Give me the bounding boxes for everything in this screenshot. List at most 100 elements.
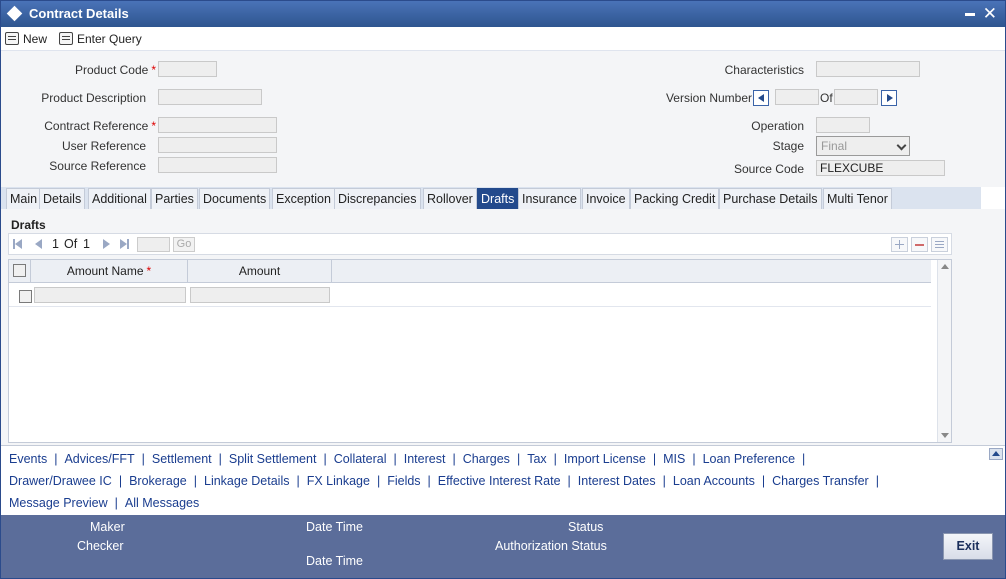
tab-additional[interactable]: Additional xyxy=(88,188,151,209)
delete-row-button[interactable] xyxy=(911,237,928,252)
close-icon[interactable]: ✕ xyxy=(983,1,997,27)
first-page-icon[interactable] xyxy=(15,239,22,249)
add-row-button[interactable] xyxy=(891,237,908,252)
last-page-icon[interactable] xyxy=(120,239,127,249)
link-links_row2-0[interactable]: Drawer/Drawee IC xyxy=(9,474,112,488)
table-row xyxy=(9,284,931,307)
version-of-label: Of xyxy=(820,91,833,105)
tab-discrepancies[interactable]: Discrepancies xyxy=(334,188,421,209)
new-button[interactable]: New xyxy=(5,30,47,48)
link-separator: | xyxy=(376,474,381,488)
version-number-label: Version Number xyxy=(665,91,752,105)
pager-of-label: Of xyxy=(64,237,78,251)
link-links_row2-8[interactable]: Charges Transfer xyxy=(772,474,869,488)
product-description-label: Product Description xyxy=(41,91,146,105)
tab-insurance[interactable]: Insurance xyxy=(518,188,581,209)
enter-query-icon xyxy=(59,32,73,45)
link-links_row2-1[interactable]: Brokerage xyxy=(129,474,187,488)
version-next-button[interactable] xyxy=(881,90,897,106)
link-links_row1-9[interactable]: MIS xyxy=(663,452,685,466)
tab-multi-tenor[interactable]: Multi Tenor xyxy=(823,188,892,209)
checker-date-time-label: Date Time xyxy=(306,554,363,568)
version-total-input[interactable] xyxy=(834,89,878,105)
tab-details[interactable]: Details xyxy=(39,188,86,209)
stage-select[interactable]: Final xyxy=(816,136,910,156)
link-separator: | xyxy=(54,452,58,466)
link-separator: | xyxy=(393,452,397,466)
tab-purchase-details[interactable]: Purchase Details xyxy=(719,188,822,209)
select-all-checkbox[interactable] xyxy=(13,264,26,277)
contract-reference-input[interactable] xyxy=(158,117,277,133)
tab-documents[interactable]: Documents xyxy=(199,188,271,209)
version-number-input[interactable] xyxy=(775,89,819,105)
links-scroll-up-icon[interactable] xyxy=(989,448,1003,460)
user-reference-input[interactable] xyxy=(158,137,277,153)
stage-label: Stage xyxy=(772,139,804,153)
link-links_row2-4[interactable]: Fields xyxy=(387,474,420,488)
link-links_row3-0[interactable]: Message Preview xyxy=(9,496,108,510)
tab-rollover[interactable]: Rollover xyxy=(423,188,477,209)
version-prev-button[interactable] xyxy=(753,90,769,106)
link-links_row1-10[interactable]: Loan Preference xyxy=(703,452,795,466)
next-page-icon[interactable] xyxy=(103,239,110,249)
link-links_row1-1[interactable]: Advices/FFT xyxy=(64,452,134,466)
drafts-pager: 1 Of 1 Go xyxy=(8,233,952,255)
links-row-1: Events | Advices/FFT | Settlement | Split Sett… xyxy=(9,452,812,466)
enter-query-label: Enter Query xyxy=(77,32,142,46)
col-amount: Amount xyxy=(188,260,332,283)
grid-vertical-scrollbar[interactable] xyxy=(937,260,951,442)
tab-exception[interactable]: Exception xyxy=(272,188,335,209)
source-reference-input[interactable] xyxy=(158,157,277,173)
tab-drafts[interactable]: Drafts xyxy=(477,188,519,209)
link-links_row2-3[interactable]: FX Linkage xyxy=(307,474,370,488)
link-links_row2-2[interactable]: Linkage Details xyxy=(204,474,289,488)
link-links_row1-6[interactable]: Charges xyxy=(463,452,510,466)
drafts-section-title: Drafts xyxy=(11,218,46,232)
product-code-input[interactable] xyxy=(158,61,217,77)
pager-total: 1 xyxy=(83,237,90,251)
amount-input[interactable] xyxy=(190,287,330,303)
tab-main[interactable]: Main xyxy=(6,188,42,209)
tab-invoice[interactable]: Invoice xyxy=(582,188,630,209)
product-description-input[interactable] xyxy=(158,89,262,105)
source-code-input[interactable]: FLEXCUBE xyxy=(816,160,945,176)
row-checkbox[interactable] xyxy=(19,290,32,303)
list-icon-2 xyxy=(935,244,944,245)
link-links_row1-0[interactable]: Events xyxy=(9,452,47,466)
link-separator: | xyxy=(296,474,300,488)
link-links_row1-2[interactable]: Settlement xyxy=(152,452,212,466)
link-links_row1-8[interactable]: Import License xyxy=(564,452,646,466)
link-separator: | xyxy=(692,452,696,466)
link-links_row1-4[interactable]: Collateral xyxy=(334,452,387,466)
scroll-up-icon[interactable] xyxy=(941,264,949,269)
tab-parties[interactable]: Parties xyxy=(151,188,198,209)
amount-name-input[interactable] xyxy=(34,287,186,303)
prev-page-icon[interactable] xyxy=(35,239,42,249)
single-view-button[interactable] xyxy=(931,237,948,252)
link-links_row3-1[interactable]: All Messages xyxy=(125,496,199,510)
link-links_row2-7[interactable]: Loan Accounts xyxy=(673,474,755,488)
characteristics-input[interactable] xyxy=(816,61,920,77)
contract-reference-label: Contract Reference * xyxy=(44,119,156,133)
minimize-icon[interactable] xyxy=(965,13,975,16)
operation-input[interactable] xyxy=(816,117,870,133)
link-separator: | xyxy=(553,452,557,466)
scroll-down-icon[interactable] xyxy=(941,433,949,438)
tab-packing-credit[interactable]: Packing Credit xyxy=(630,188,720,209)
operation-label: Operation xyxy=(751,119,804,133)
exit-button[interactable]: Exit xyxy=(943,533,993,560)
last-page-icon-bar xyxy=(127,239,129,249)
plus-icon-v xyxy=(899,240,900,249)
link-links_row2-6[interactable]: Interest Dates xyxy=(578,474,656,488)
link-links_row2-5[interactable]: Effective Interest Rate xyxy=(438,474,561,488)
goto-page-input[interactable] xyxy=(137,237,170,252)
list-icon-3 xyxy=(935,247,944,248)
link-links_row1-3[interactable]: Split Settlement xyxy=(229,452,317,466)
link-separator: | xyxy=(567,474,571,488)
go-button[interactable]: Go xyxy=(173,237,195,252)
new-icon xyxy=(5,32,19,45)
chevron-left-icon xyxy=(758,94,764,102)
link-links_row1-5[interactable]: Interest xyxy=(404,452,446,466)
enter-query-button[interactable]: Enter Query xyxy=(59,30,142,48)
link-links_row1-7[interactable]: Tax xyxy=(527,452,546,466)
